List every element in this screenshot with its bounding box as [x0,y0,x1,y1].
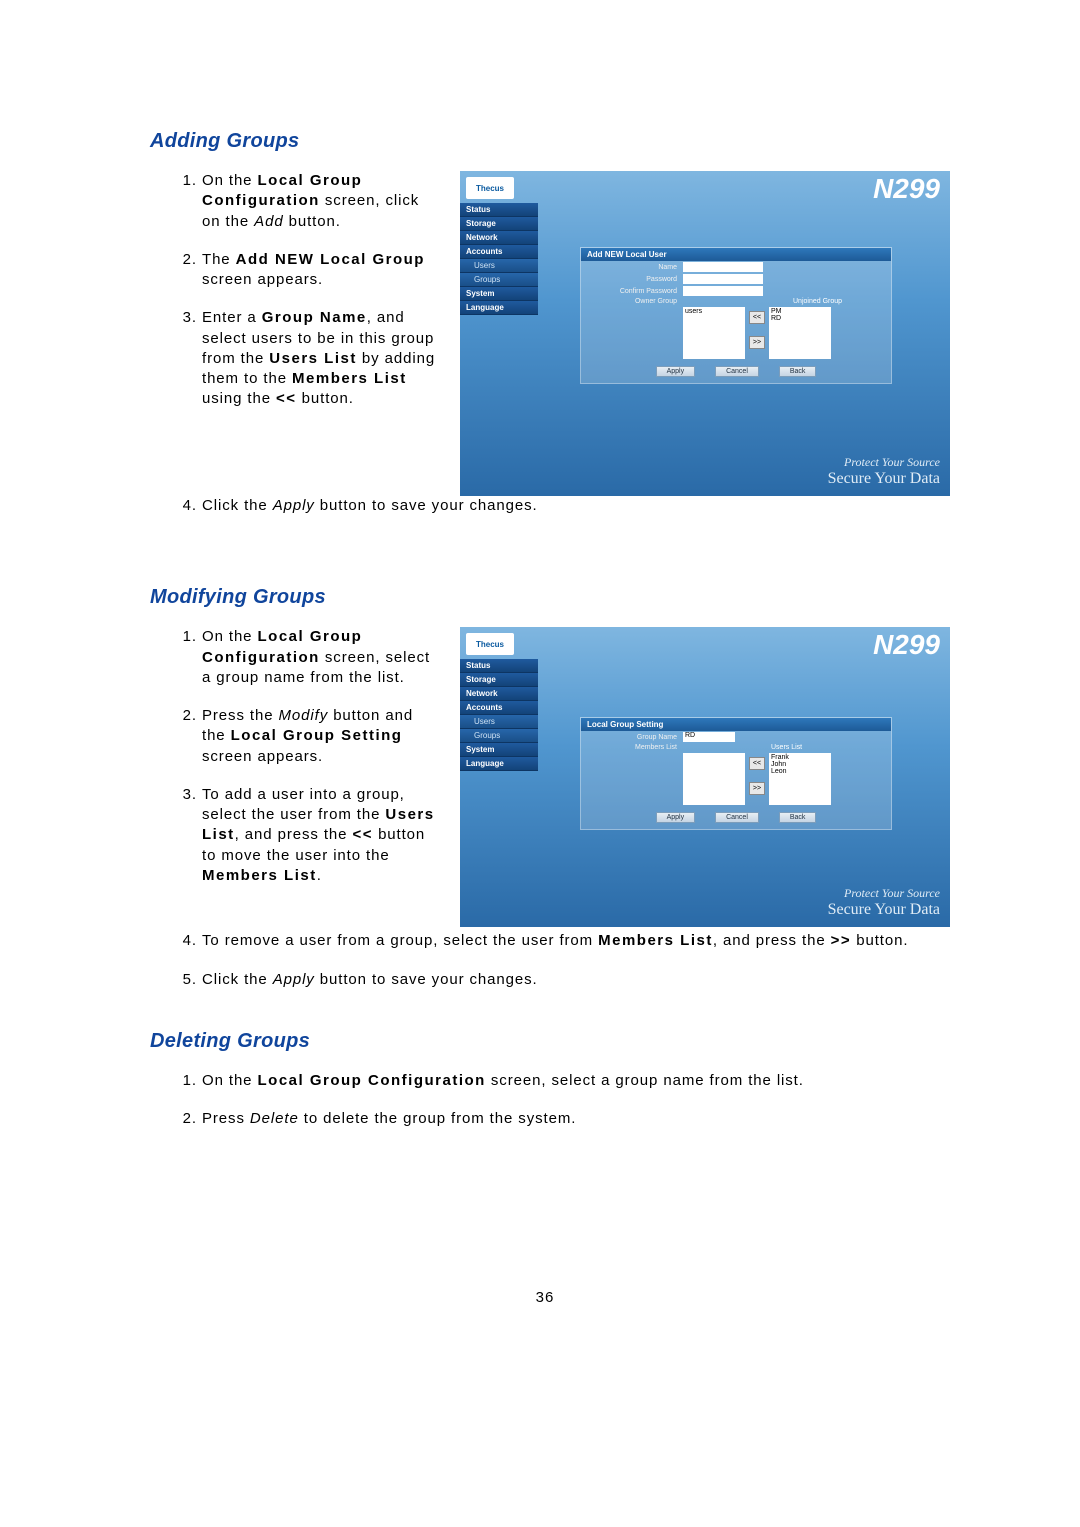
sidebar-item-storage[interactable]: Storage [460,673,538,687]
adding-step-2: The Add NEW Local Group screen appears. [202,250,440,291]
apply-button[interactable]: Apply [656,366,696,377]
footer-tagline: Protect Your SourceSecure Your Data [828,886,940,919]
sidebar-item-storage[interactable]: Storage [460,217,538,231]
cancel-button[interactable]: Cancel [715,812,759,823]
panel-title: Add NEW Local User [581,248,891,261]
back-button[interactable]: Back [779,812,817,823]
modifying-step-3: To add a user into a group, select the u… [202,785,440,886]
deleting-step-2: Press Delete to delete the group from th… [202,1109,940,1129]
sidebar-item-system[interactable]: System [460,287,538,301]
deleting-step-1: On the Local Group Configuration screen,… [202,1071,940,1091]
sidebar: Status Storage Network Accounts Users Gr… [460,203,538,315]
adding-step-1: On the Local Group Configuration screen,… [202,171,440,232]
modifying-step-1: On the Local Group Configuration screen,… [202,627,440,688]
sidebar-item-status[interactable]: Status [460,203,538,217]
cancel-button[interactable]: Cancel [715,366,759,377]
sidebar-item-network[interactable]: Network [460,687,538,701]
sidebar-item-status[interactable]: Status [460,659,538,673]
owner-group-list[interactable]: users [683,307,745,359]
section-title-adding: Adding Groups [150,130,940,153]
move-left-button[interactable]: << [749,757,765,770]
sidebar-item-users[interactable]: Users [460,259,538,273]
members-list-label: Members List [587,744,683,751]
screenshot-add-new-local-user: Thecus N299 Status Storage Network Accou… [460,171,950,496]
move-right-button[interactable]: >> [749,782,765,795]
adding-step-3: Enter a Group Name, and select users to … [202,308,440,409]
sidebar-item-network[interactable]: Network [460,231,538,245]
sidebar-item-groups[interactable]: Groups [460,273,538,287]
sidebar-item-accounts[interactable]: Accounts [460,245,538,259]
sidebar-item-users[interactable]: Users [460,715,538,729]
sidebar-item-groups[interactable]: Groups [460,729,538,743]
sidebar-item-language[interactable]: Language [460,757,538,771]
confirm-password-label: Confirm Password [587,288,683,295]
modifying-step-2: Press the Modify button and the Local Gr… [202,706,440,767]
unjoined-group-list[interactable]: PMRD [769,307,831,359]
add-new-panel: Add NEW Local User Name Password Confirm… [580,247,892,384]
adding-steps: On the Local Group Configuration screen,… [150,171,440,410]
sidebar-item-system[interactable]: System [460,743,538,757]
group-name-label: Group Name [587,734,683,741]
users-list-label: Users List [771,744,802,751]
members-listbox[interactable] [683,753,745,805]
section-title-modifying: Modifying Groups [150,586,940,609]
modifying-step-4: To remove a user from a group, select th… [202,931,940,951]
thecus-logo: Thecus [466,177,514,199]
password-label: Password [587,276,683,283]
local-group-setting-panel: Local Group Setting Group NameRD Members… [580,717,892,830]
model-label: N299 [873,629,940,661]
footer-tagline: Protect Your SourceSecure Your Data [828,455,940,488]
name-input[interactable] [683,262,763,272]
sidebar-item-language[interactable]: Language [460,301,538,315]
group-name-value: RD [683,732,735,742]
confirm-password-input[interactable] [683,286,763,296]
sidebar-item-accounts[interactable]: Accounts [460,701,538,715]
sidebar: Status Storage Network Accounts Users Gr… [460,659,538,771]
back-button[interactable]: Back [779,366,817,377]
unjoined-group-label: Unjoined Group [793,298,842,305]
screenshot-local-group-setting: Thecus N299 Status Storage Network Accou… [460,627,950,927]
thecus-logo: Thecus [466,633,514,655]
panel-title: Local Group Setting [581,718,891,731]
move-left-button[interactable]: << [749,311,765,324]
move-right-button[interactable]: >> [749,336,765,349]
deleting-steps: On the Local Group Configuration screen,… [150,1071,940,1130]
name-label: Name [587,264,683,271]
users-listbox[interactable]: Frank John Leon [769,753,831,805]
owner-group-label: Owner Group [587,298,683,305]
password-input[interactable] [683,274,763,284]
section-title-deleting: Deleting Groups [150,1030,940,1053]
apply-button[interactable]: Apply [656,812,696,823]
model-label: N299 [873,173,940,205]
page-number: 36 [150,1289,940,1306]
modifying-steps: On the Local Group Configuration screen,… [150,627,440,886]
modifying-step-5: Click the Apply button to save your chan… [202,970,940,990]
